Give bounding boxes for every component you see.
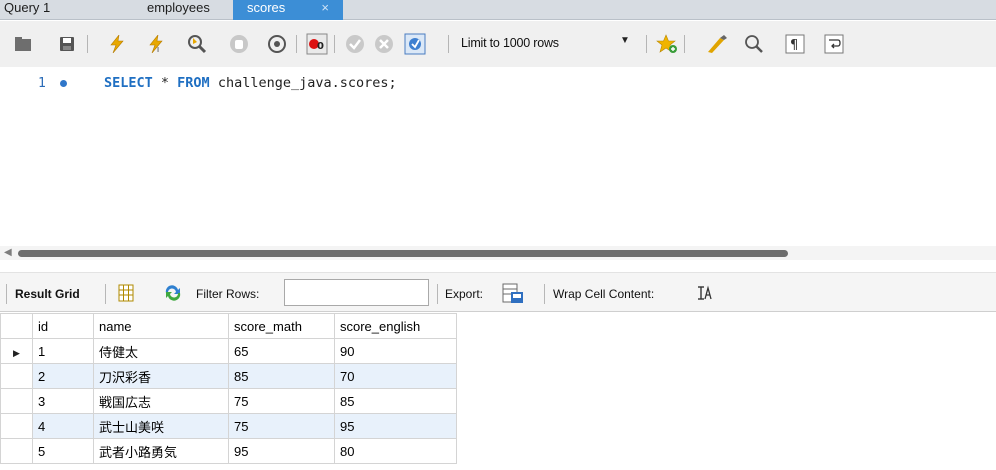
- sql-statement[interactable]: SELECT * FROM challenge_java.scores;: [104, 75, 397, 91]
- column-header-score-english[interactable]: score_english: [334, 313, 457, 339]
- cell-score-math[interactable]: 75: [228, 388, 335, 414]
- cell-score-math[interactable]: 65: [228, 338, 335, 364]
- cell-score-english[interactable]: 90: [334, 338, 457, 364]
- sql-editor[interactable]: 1 SELECT * FROM challenge_java.scores;: [0, 67, 996, 242]
- execute-icon[interactable]: [106, 33, 128, 55]
- tab-label: scores: [247, 0, 286, 15]
- line-number: 1: [38, 76, 46, 91]
- svg-text:0: 0: [317, 41, 324, 52]
- cell-name[interactable]: 刀沢彩香: [93, 363, 229, 389]
- tab-label: Query 1: [4, 0, 51, 15]
- cell-score-math[interactable]: 95: [228, 438, 335, 464]
- statement-marker-icon: [60, 80, 67, 87]
- execute-current-icon[interactable]: I: [146, 33, 168, 55]
- column-header-name[interactable]: name: [93, 313, 229, 339]
- export-label: Export:: [445, 287, 484, 301]
- row-selector-header[interactable]: [0, 313, 33, 339]
- select-star: *: [152, 75, 178, 91]
- tab-scores[interactable]: scores ×: [233, 0, 343, 20]
- grid-header-row: id name score_math score_english: [0, 313, 457, 339]
- stop-icon[interactable]: [228, 33, 250, 55]
- tab-employees[interactable]: employees: [92, 0, 232, 20]
- cell-id[interactable]: 4: [32, 413, 94, 439]
- editor-horizontal-scrollbar[interactable]: ◀: [0, 246, 996, 260]
- cell-id[interactable]: 3: [32, 388, 94, 414]
- chevron-down-icon[interactable]: ▼: [620, 35, 630, 46]
- tab-query-1[interactable]: Query 1: [0, 0, 92, 20]
- add-snippet-icon[interactable]: [656, 33, 678, 55]
- explain-icon[interactable]: [186, 33, 208, 55]
- close-icon[interactable]: ×: [321, 0, 329, 16]
- cell-name[interactable]: 武者小路勇気: [93, 438, 229, 464]
- row-selector[interactable]: [0, 438, 33, 464]
- table-row[interactable]: 4 武士山美咲 75 95: [0, 413, 457, 439]
- table-row[interactable]: ▶ 1 侍健太 65 90: [0, 338, 457, 364]
- current-row-arrow-icon: ▶: [13, 347, 20, 358]
- keyword-select: SELECT: [104, 75, 153, 91]
- wrap-cell-icon[interactable]: [697, 285, 713, 304]
- autocommit-icon[interactable]: [404, 33, 426, 55]
- filter-rows-label: Filter Rows:: [196, 287, 260, 301]
- scrollbar-thumb[interactable]: [18, 250, 788, 257]
- save-icon[interactable]: [56, 33, 78, 55]
- editor-tab-bar: Query 1 employees scores ×: [0, 0, 996, 20]
- find-icon[interactable]: [743, 33, 765, 55]
- refresh-icon[interactable]: [163, 284, 183, 305]
- row-selector[interactable]: [0, 413, 33, 439]
- column-header-score-math[interactable]: score_math: [228, 313, 335, 339]
- row-selector[interactable]: [0, 388, 33, 414]
- svg-text:¶: ¶: [790, 38, 798, 53]
- beautify-icon[interactable]: [706, 33, 728, 55]
- cell-score-english[interactable]: 95: [334, 413, 457, 439]
- wrap-cell-label: Wrap Cell Content:: [553, 287, 655, 301]
- commit-icon[interactable]: [344, 33, 366, 55]
- tab-label: employees: [147, 0, 210, 15]
- cell-score-english[interactable]: 85: [334, 388, 457, 414]
- sql-toolbar: I 0 Limit to 1000 rows ▼ ¶: [0, 21, 996, 67]
- table-reference: challenge_java.scores;: [209, 75, 397, 91]
- cell-name[interactable]: 戦国広志: [93, 388, 229, 414]
- open-folder-icon[interactable]: [12, 33, 34, 55]
- scroll-left-icon[interactable]: ◀: [4, 247, 12, 258]
- column-header-id[interactable]: id: [32, 313, 94, 339]
- svg-text:I: I: [157, 46, 159, 53]
- row-selector[interactable]: ▶: [0, 338, 33, 364]
- cell-id[interactable]: 5: [32, 438, 94, 464]
- row-selector[interactable]: [0, 363, 33, 389]
- toggle-error-icon[interactable]: [266, 33, 288, 55]
- result-grid-button[interactable]: Result Grid: [15, 287, 80, 301]
- result-grid: id name score_math score_english ▶ 1 侍健太…: [0, 313, 457, 464]
- cell-score-english[interactable]: 70: [334, 363, 457, 389]
- cell-id[interactable]: 2: [32, 363, 94, 389]
- keyword-from: FROM: [177, 75, 210, 91]
- cell-score-math[interactable]: 85: [228, 363, 335, 389]
- cell-id[interactable]: 1: [32, 338, 94, 364]
- table-row[interactable]: 3 戦国広志 75 85: [0, 388, 457, 414]
- cell-name[interactable]: 武士山美咲: [93, 413, 229, 439]
- grid-view-icon[interactable]: [118, 284, 134, 305]
- result-toolbar: Result Grid Filter Rows: Export: Wrap Ce…: [0, 272, 996, 312]
- cell-name[interactable]: 侍健太: [93, 338, 229, 364]
- limit-rows-select[interactable]: Limit to 1000 rows: [461, 36, 559, 50]
- filter-rows-input[interactable]: [284, 279, 429, 306]
- table-row[interactable]: 2 刀沢彩香 85 70: [0, 363, 457, 389]
- wrap-icon[interactable]: [823, 33, 845, 55]
- cell-score-english[interactable]: 80: [334, 438, 457, 464]
- export-icon[interactable]: [502, 282, 524, 307]
- cell-score-math[interactable]: 75: [228, 413, 335, 439]
- table-row[interactable]: 5 武者小路勇気 95 80: [0, 438, 457, 464]
- stop-on-error-icon[interactable]: 0: [306, 33, 328, 55]
- rollback-icon[interactable]: [373, 33, 395, 55]
- invisible-chars-icon[interactable]: ¶: [784, 33, 806, 55]
